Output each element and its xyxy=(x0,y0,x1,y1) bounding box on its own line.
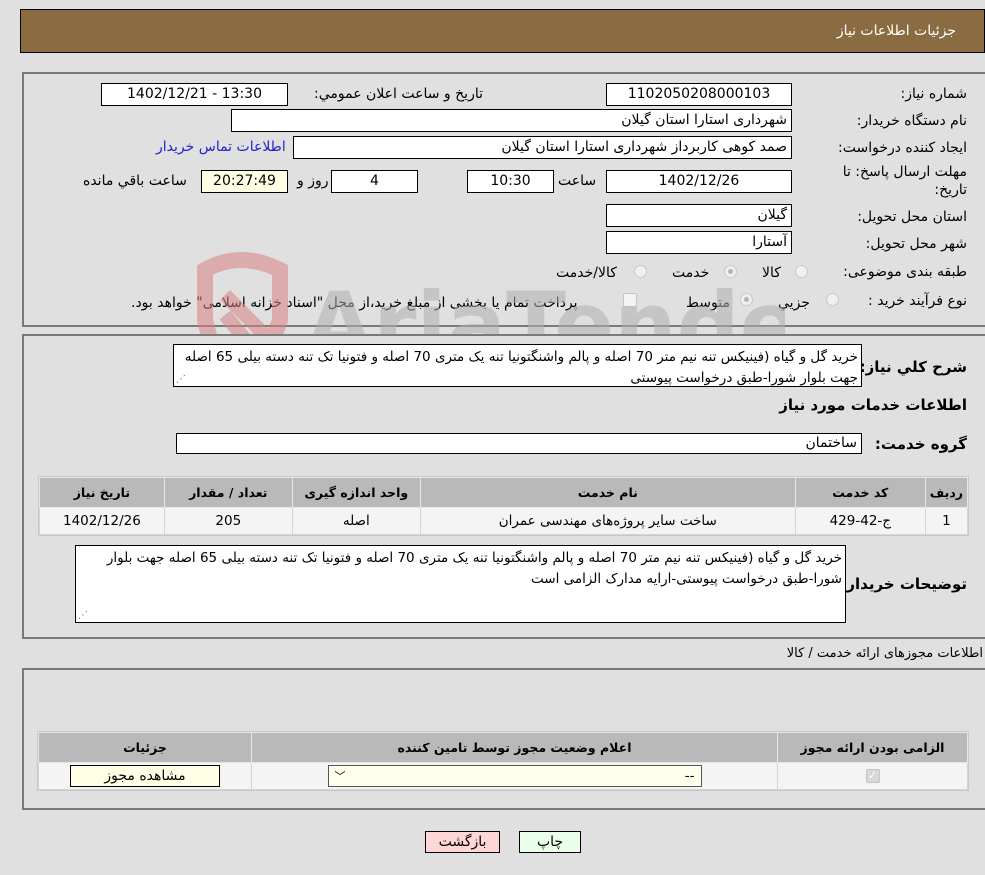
back-button[interactable]: بازگشت xyxy=(425,831,500,853)
category-radio-service[interactable] xyxy=(724,265,737,278)
permit-status-value: -- xyxy=(684,768,695,784)
city-field: آستارا xyxy=(606,231,792,254)
process-radio-minor[interactable] xyxy=(826,293,839,306)
page-title: جزئیات اطلاعات نیاز xyxy=(836,23,956,39)
category-option-goods: کالا xyxy=(762,265,781,281)
permits-section-title: اطلاعات مجوزهای ارائه خدمت / کالا xyxy=(786,646,983,661)
page-header: جزئیات اطلاعات نیاز xyxy=(20,9,985,53)
cell-need-date: 1402/12/26 xyxy=(39,507,165,535)
permits-header-row: الزامی بودن ارائه مجوز اعلام وضعیت مجوز … xyxy=(38,732,968,763)
services-header-row: ردیف کد خدمت نام خدمت واحد اندازه گیری ت… xyxy=(39,477,969,508)
permit-required-checkbox: ✓ xyxy=(865,769,880,783)
days-field: 4 xyxy=(331,170,418,193)
permits-table: الزامی بودن ارائه مجوز اعلام وضعیت مجوز … xyxy=(38,732,968,790)
cell-quantity: 205 xyxy=(163,507,293,535)
buyer-org-label: نام دستگاه خريدار: xyxy=(856,113,967,129)
cell-row-number: 1 xyxy=(924,507,969,535)
description-label: شرح کلي نیاز: xyxy=(859,358,967,376)
description-text: خرید گل و گیاه (فینیکس تنه نیم متر 70 اص… xyxy=(184,349,858,386)
services-table-wrap: ردیف کد خدمت نام خدمت واحد اندازه گیری ت… xyxy=(38,476,969,536)
cell-service-code: ج-42-429 xyxy=(794,507,926,535)
process-radio-medium[interactable] xyxy=(740,293,753,306)
resize-grip-icon[interactable]: ⋱ xyxy=(78,611,88,621)
process-option-minor: جزيي xyxy=(778,295,810,311)
announce-datetime-label: تاریخ و ساعت اعلان عمومي: xyxy=(314,86,483,102)
buyer-notes-label: توضیحات خریدار: xyxy=(840,575,967,593)
permits-table-wrap: الزامی بودن ارائه مجوز اعلام وضعیت مجوز … xyxy=(37,731,969,791)
deadline-date-field: 1402/12/26 xyxy=(606,170,792,193)
buyer-notes-textarea[interactable]: خرید گل و گیاه (فینیکس تنه نیم متر 70 اص… xyxy=(75,545,846,623)
col-service-name: نام خدمت xyxy=(419,477,796,508)
process-option-medium: متوسط xyxy=(686,295,730,311)
permit-status-select[interactable]: -- ﹀ xyxy=(327,765,702,787)
deadline-time-label: ساعت xyxy=(558,173,597,189)
buyer-contact-link[interactable]: اطلاعات تماس خریدار xyxy=(156,139,286,155)
cell-permit-status: -- ﹀ xyxy=(251,762,778,790)
category-radio-goods[interactable] xyxy=(795,265,808,278)
deadline-label: مهلت ارسال پاسخ: تا تاریخ: xyxy=(842,164,967,198)
cell-permit-required: ✓ xyxy=(777,762,968,790)
category-label: طبقه بندی موضوعی: xyxy=(843,264,967,280)
col-unit: واحد اندازه گیری xyxy=(291,477,421,508)
requester-field: صمد کوهی کاربرداز شهرداری استارا استان گ… xyxy=(293,136,792,159)
cell-unit: اصله xyxy=(291,507,421,535)
col-row-number: ردیف xyxy=(924,477,969,508)
purchase-process-label: نوع فرآیند خرید : xyxy=(868,293,967,309)
col-permit-status: اعلام وضعیت مجوز توسط تامین کننده xyxy=(251,732,778,763)
col-service-code: کد خدمت xyxy=(794,477,926,508)
services-table: ردیف کد خدمت نام خدمت واحد اندازه گیری ت… xyxy=(39,477,969,535)
days-label: روز و xyxy=(297,173,329,189)
col-need-date: تاریخ نیاز xyxy=(39,477,165,508)
need-number-field: 1102050208000103 xyxy=(606,83,792,106)
cell-permit-details: مشاهده مجوز xyxy=(38,762,252,790)
services-section-title: اطلاعات خدمات مورد نیاز xyxy=(779,396,967,414)
province-label: استان محل تحویل: xyxy=(857,209,967,225)
service-group-label: گروه خدمت: xyxy=(874,435,967,453)
view-permit-button[interactable]: مشاهده مجوز xyxy=(70,765,220,787)
city-label: شهر محل تحویل: xyxy=(865,236,967,252)
category-option-goods-service: کالا/خدمت xyxy=(556,265,617,281)
buyer-org-field: شهرداری استارا استان گیلان xyxy=(231,109,792,132)
category-radio-goods-service[interactable] xyxy=(634,265,647,278)
remaining-label: ساعت باقي مانده xyxy=(83,173,187,189)
deadline-time-field: 10:30 xyxy=(467,170,554,193)
table-row: ✓ -- ﹀ مشاهده مجوز xyxy=(38,762,968,790)
remaining-time-field: 20:27:49 xyxy=(201,170,288,193)
resize-grip-icon[interactable]: ⋱ xyxy=(176,375,186,385)
service-group-field: ساختمان xyxy=(176,433,862,454)
chevron-down-icon: ﹀ xyxy=(334,770,346,783)
province-field: گیلان xyxy=(606,204,792,227)
description-textarea[interactable]: خرید گل و گیاه (فینیکس تنه نیم متر 70 اص… xyxy=(173,344,862,387)
category-option-service: خدمت xyxy=(672,265,710,281)
cell-service-name: ساخت سایر پروژه‌های مهندسی عمران xyxy=(419,507,796,535)
treasury-checkbox[interactable] xyxy=(623,293,637,307)
table-row: 1 ج-42-429 ساخت سایر پروژه‌های مهندسی عم… xyxy=(39,507,969,535)
col-permit-required: الزامی بودن ارائه مجوز xyxy=(777,732,968,763)
treasury-note: پرداخت تمام یا بخشی از مبلغ خرید،از محل … xyxy=(131,295,578,311)
announce-datetime-field: 1402/12/21 - 13:30 xyxy=(101,83,288,106)
need-number-label: شماره نیاز: xyxy=(900,86,968,102)
requester-label: ایجاد کننده درخواست: xyxy=(838,140,967,156)
print-button[interactable]: چاپ xyxy=(519,831,581,853)
buyer-notes-text: خرید گل و گیاه (فینیکس تنه نیم متر 70 اص… xyxy=(106,550,842,587)
col-permit-details: جزئیات xyxy=(38,732,252,763)
col-quantity: تعداد / مقدار xyxy=(163,477,293,508)
